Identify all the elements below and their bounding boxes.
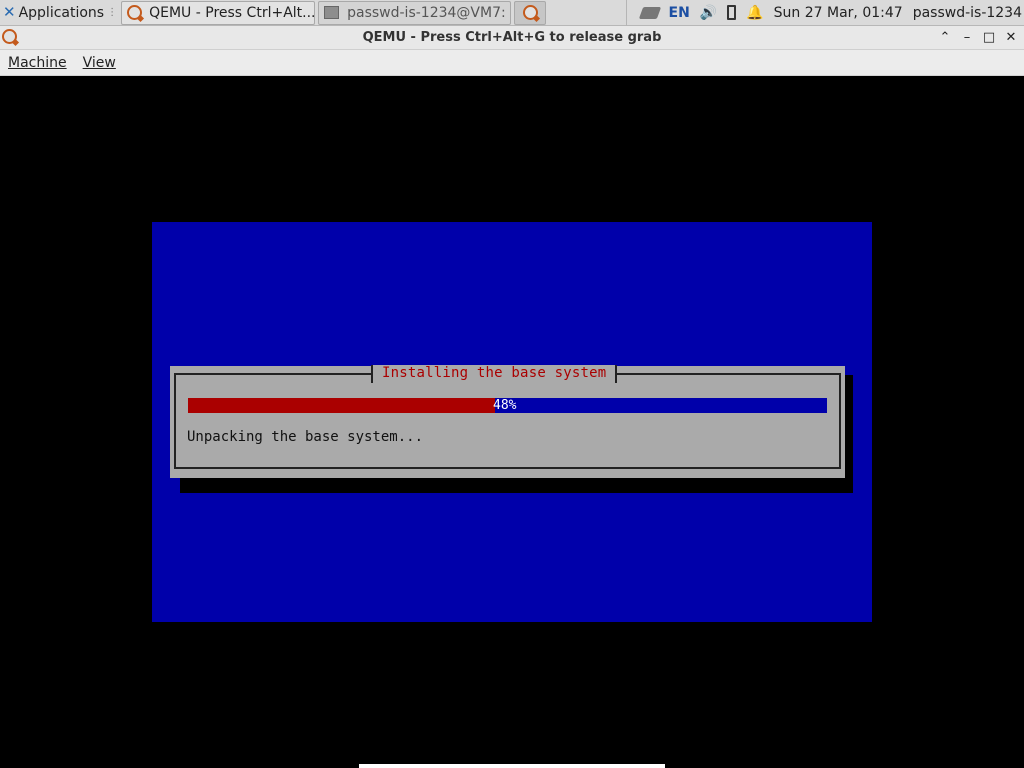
clock[interactable]: Sun 27 Mar, 01:47 (774, 5, 903, 21)
terminal-icon (324, 6, 340, 19)
qemu-window-icon[interactable] (2, 29, 17, 44)
keyboard-layout-indicator[interactable]: EN (669, 5, 690, 21)
qemu-icon (522, 5, 538, 20)
window-titlebar[interactable]: QEMU - Press Ctrl+Alt+G to release grab … (0, 26, 1024, 50)
qemu-icon (127, 5, 143, 20)
taskbar-item-qemu-active[interactable] (514, 0, 547, 25)
battery-icon[interactable] (727, 5, 737, 20)
top-panel: ✕ Applications ⋮ QEMU - Press Ctrl+Alt..… (0, 0, 1024, 26)
window-controls: ⌃ – □ ✕ (936, 28, 1020, 46)
system-tray: EN 🔊 🔔 Sun 27 Mar, 01:47 passwd-is-1234 (625, 0, 1024, 26)
applications-menu-button[interactable]: ✕ Applications ⋮ (0, 0, 121, 26)
menu-machine[interactable]: Machine (0, 55, 75, 71)
network-icon[interactable] (638, 6, 661, 19)
progress-percent: 48% (493, 398, 517, 413)
taskbar-item-label: QEMU - Press Ctrl+Alt... (149, 4, 316, 21)
notification-bell-icon[interactable]: 🔔 (746, 5, 763, 21)
dialog-frame (174, 373, 841, 469)
dialog-title: Installing the base system (371, 365, 618, 383)
taskbar-item-terminal[interactable]: passwd-is-1234@VM7: ~ (318, 0, 512, 25)
minimize-button[interactable]: – (958, 28, 976, 46)
qemu-menubar: Machine View (0, 50, 1024, 76)
installer-dialog: Installing the base system 48% Unpacking… (170, 365, 845, 478)
menu-view[interactable]: View (75, 55, 124, 71)
bottom-edge-strip (359, 764, 665, 768)
applications-label: Applications (18, 4, 105, 21)
taskbar-item-qemu[interactable]: QEMU - Press Ctrl+Alt... (121, 0, 316, 25)
taskbar-item-label: passwd-is-1234@VM7: ~ (347, 4, 512, 21)
status-message: Unpacking the base system... (187, 429, 424, 445)
progress-bar: 48% (188, 398, 827, 413)
volume-icon[interactable]: 🔊 (700, 5, 717, 21)
close-button[interactable]: ✕ (1002, 28, 1020, 46)
progress-fill (188, 398, 495, 413)
shade-button[interactable]: ⌃ (936, 28, 954, 46)
xfce-logo-icon: ✕ (3, 3, 16, 21)
window-title: QEMU - Press Ctrl+Alt+G to release grab (362, 30, 662, 45)
user-menu[interactable]: passwd-is-1234 (913, 5, 1022, 21)
maximize-button[interactable]: □ (980, 28, 998, 46)
separator-icon: ⋮ (107, 7, 118, 18)
